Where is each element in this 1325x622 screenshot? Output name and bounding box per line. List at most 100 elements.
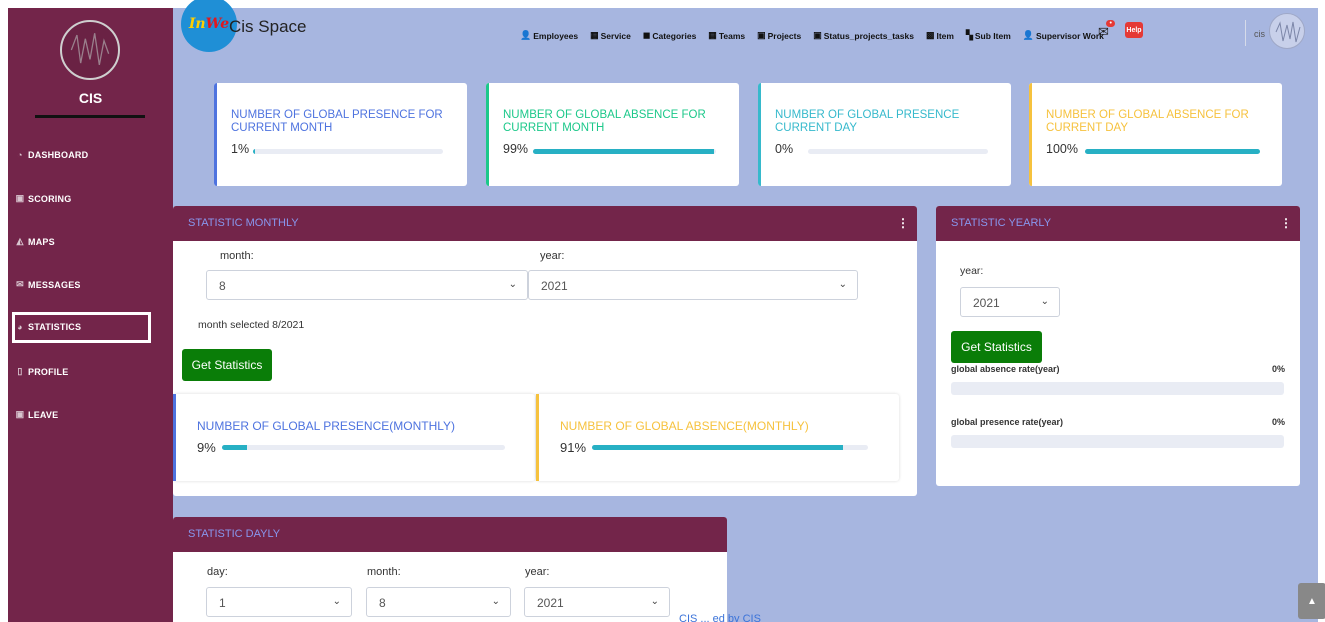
kpi-progress [253,149,443,154]
year-label: year: [540,250,565,262]
kpi-card-absence-day: NUMBER OF GLOBAL ABSENCE FOR CURRENT DAY… [1029,83,1282,186]
kpi-title: NUMBER OF GLOBAL ABSENCE FOR CURRENT DAY [1046,109,1249,134]
year-label: year: [960,265,984,277]
sidebar-item-maps[interactable]: ◭ MAPS [15,236,55,247]
presence-rate-value: 0% [1271,417,1285,427]
sidebar-item-profile[interactable]: ▯ PROFILE [15,366,68,377]
panel-title: STATISTIC DAYLY [188,528,281,540]
user-name[interactable]: cis [1254,29,1265,39]
table-icon: ▦ [590,30,599,40]
top-nav: 👤 Employees ▦ Service ◼ Categories ▦ Teams ▣… [520,30,1104,41]
nav-categories[interactable]: ◼ Categories [643,30,696,41]
chevron-down-icon: ⌄ [1040,296,1049,307]
card-accent [536,394,539,481]
kpi-value: 1% [231,142,250,156]
sidebar-item-scoring[interactable]: ▣ SCORING [15,193,72,204]
day-select[interactable]: 1 ⌄ [206,587,352,617]
sidebar-item-messages[interactable]: ✉ MESSAGES [15,279,81,290]
statistic-monthly-panel: STATISTIC MONTHLY ⋮ month: 8 ⌄ year: 202… [173,206,917,496]
kebab-menu-icon[interactable]: ⋮ [897,216,909,230]
nav-label: Supervisor Work [1036,30,1104,41]
kpi-accent [1029,83,1032,186]
presence-rate-label: global presence rate(year) [951,417,1064,427]
nav-sub-item[interactable]: ▚ Sub Item [966,30,1011,41]
sidebar-item-leave[interactable]: ▣ LEAVE [15,409,59,420]
absence-rate-value: 0% [1271,364,1285,374]
map-icon: ◭ [16,236,24,246]
chevron-down-icon: ⌄ [508,279,517,290]
chart-icon: ◕ [17,322,23,332]
panel-header: STATISTIC YEARLY ⋮ [936,206,1300,241]
chevron-down-icon: ⌄ [838,279,847,290]
logo-text-we: We [205,16,230,32]
scroll-to-top-button[interactable]: ▲ [1298,583,1325,619]
briefcase-icon: ▣ [757,30,766,40]
sidebar-item-dashboard[interactable]: ◔ DASHBOARD [15,150,88,160]
nav-status-projects-tasks[interactable]: ▣ Status_projects_tasks [813,30,914,41]
month-select[interactable]: 8 ⌄ [366,587,511,617]
nav-service[interactable]: ▦ Service [590,30,631,41]
card-progress [592,445,868,450]
footer-credit[interactable]: CIS ... ed by CIS [679,613,761,622]
nav-item[interactable]: ▩ Item [926,30,954,41]
nav-teams[interactable]: ▦ Teams [708,30,745,41]
day-label: day: [207,566,228,578]
nav-supervisor-work[interactable]: 👤 Supervisor Work [1023,30,1104,41]
chevron-down-icon: ⌄ [650,596,659,607]
briefcase-icon: ▣ [15,193,25,203]
kpi-value: 0% [775,142,794,156]
kpi-value: 100% [1046,142,1078,156]
panel-title: STATISTIC MONTHLY [188,217,299,229]
month-select[interactable]: 8 ⌄ [206,270,528,300]
chevron-down-icon: ⌄ [491,596,500,607]
briefcase-icon: ▣ [813,30,822,40]
absence-rate-progress [951,382,1284,395]
help-button[interactable]: Help [1125,22,1143,38]
nav-projects[interactable]: ▣ Projects [757,30,801,41]
kebab-menu-icon[interactable]: ⋮ [1280,216,1292,230]
sidebar-item-label: MAPS [28,236,55,247]
kpi-title: NUMBER OF GLOBAL ABSENCE FOR CURRENT MON… [503,109,706,134]
day-select-value: 1 [219,596,226,610]
sidebar-item-statistics[interactable]: ◕ STATISTICS [15,322,81,332]
kpi-accent [214,83,217,186]
top-navbar: InWe Cis Space 👤 Employees ▦ Service ◼ Cate… [173,0,1318,64]
sidebar-item-label: STATISTICS [28,322,82,332]
nav-employees[interactable]: 👤 Employees [520,30,578,41]
get-statistics-yearly-button[interactable]: Get Statistics [951,331,1042,363]
kpi-accent [758,83,761,186]
nav-label: Teams [718,30,746,41]
notification-badge: • [1106,20,1115,27]
main-content: InWe Cis Space 👤 Employees ▦ Service ◼ Cate… [173,0,1325,622]
kpi-progress [808,149,988,154]
month-select-value: 8 [379,596,386,610]
logo-text-in: In [188,16,206,32]
card-value: 91% [560,440,587,455]
chevron-down-icon: ⌄ [332,596,341,607]
sidebar-item-label: SCORING [28,193,72,204]
year-select-value: 2021 [537,596,564,610]
get-statistics-monthly-button[interactable]: Get Statistics [182,349,272,381]
year-select[interactable]: 2021 ⌄ [960,287,1060,317]
statistic-yearly-panel: STATISTIC YEARLY ⋮ year: 2021 ⌄ Get Stat… [936,206,1300,486]
year-select[interactable]: 2021 ⌄ [524,587,670,617]
year-select-value: 2021 [973,296,1000,310]
panel-title: STATISTIC YEARLY [951,217,1052,229]
year-select[interactable]: 2021 ⌄ [528,270,858,300]
avatar[interactable] [1269,13,1305,49]
chevron-up-icon: ▲ [1307,595,1317,607]
briefcase-icon: ▣ [15,409,25,419]
envelope-icon: ✉ [16,279,24,289]
nav-label: Projects [767,30,802,41]
sidebar-item-label: LEAVE [28,409,59,420]
monthly-absence-card: NUMBER OF GLOBAL ABSENCE(MONTHLY) 91% [536,394,899,481]
brand-divider [35,115,145,118]
sidebar-item-label: DASHBOARD [28,150,89,160]
presence-rate-progress [951,435,1284,448]
app-title[interactable]: Cis Space [229,17,306,37]
kpi-title: NUMBER OF GLOBAL PRESENCE FOR CURRENT MO… [231,109,443,134]
kpi-card-presence-day: NUMBER OF GLOBAL PRESENCE CURRENT DAY 0% [758,83,1011,186]
notifications-button[interactable]: ✉ • [1098,20,1115,40]
topbar-divider [1245,20,1246,46]
month-selected-text: month selected 8/2021 [198,319,305,331]
